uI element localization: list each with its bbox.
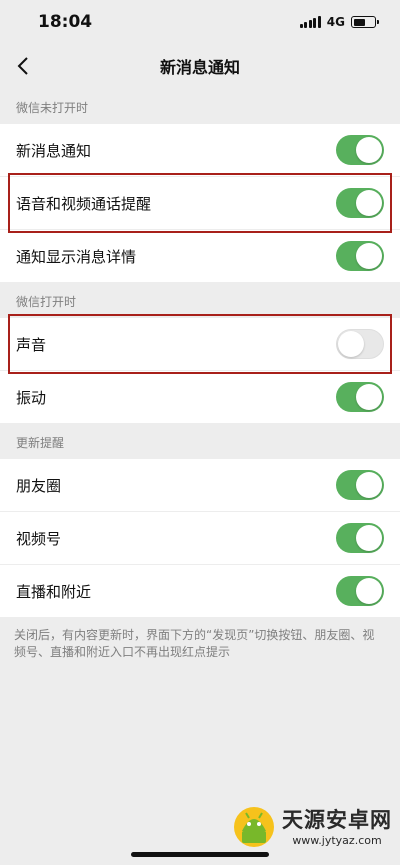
setting-label: 振动	[16, 388, 47, 407]
setting-toggle[interactable]	[336, 188, 384, 218]
watermark-name: 天源安卓网	[282, 807, 392, 832]
status-icons: 4G	[299, 15, 379, 29]
toggle-knob	[356, 472, 382, 498]
toggle-knob	[356, 578, 382, 604]
battery-icon	[351, 16, 379, 28]
setting-label: 新消息通知	[16, 141, 92, 160]
setting-row: 振动	[0, 371, 400, 423]
nav-bar: 新消息通知	[0, 44, 400, 88]
section-label: 更新提醒	[16, 436, 65, 450]
battery-level	[353, 18, 365, 26]
setting-row: 朋友圈	[0, 459, 400, 511]
setting-label: 语音和视频通话提醒	[16, 194, 152, 213]
setting-toggle[interactable]	[336, 241, 384, 271]
setting-toggle[interactable]	[336, 470, 384, 500]
settings-list: 微信未打开时新消息通知语音和视频通话提醒 通知显示消息详情微信打开时声音振动更新提…	[0, 88, 400, 617]
toggle-knob	[356, 384, 382, 410]
footnote-text: 关闭后，有内容更新时，界面下方的“发现页”切换按钮、朋友圈、视频号、直播和附近入…	[14, 628, 375, 659]
signal-icon	[299, 16, 321, 28]
toggle-knob	[356, 137, 382, 163]
android-logo-icon	[234, 807, 274, 847]
setting-row: 语音和视频通话提醒	[0, 173, 400, 233]
setting-toggle[interactable]	[336, 382, 384, 412]
setting-row: 通知显示消息详情	[0, 230, 400, 282]
setting-toggle[interactable]	[336, 329, 384, 359]
status-time: 18:04	[38, 12, 93, 32]
section-label: 微信打开时	[16, 295, 77, 309]
highlight-box	[8, 314, 392, 374]
setting-label: 视频号	[16, 529, 62, 548]
setting-label: 声音	[16, 335, 47, 354]
back-arrow-icon[interactable]	[14, 56, 34, 76]
setting-row: 声音	[0, 314, 400, 374]
setting-toggle[interactable]	[336, 135, 384, 165]
setting-label: 直播和附近	[16, 582, 92, 601]
setting-label: 朋友圈	[16, 476, 62, 495]
setting-label: 通知显示消息详情	[16, 247, 137, 266]
page-title: 新消息通知	[159, 58, 240, 77]
setting-row: 直播和附近	[0, 565, 400, 617]
toggle-knob	[356, 243, 382, 269]
toggle-knob	[338, 331, 364, 357]
setting-row: 新消息通知	[0, 124, 400, 176]
status-bar: 18:04 4G	[0, 0, 400, 44]
toggle-knob	[356, 190, 382, 216]
section-label: 微信未打开时	[16, 101, 89, 115]
toggle-knob	[356, 525, 382, 551]
setting-row: 视频号	[0, 512, 400, 564]
home-indicator	[131, 852, 269, 857]
watermark-url: www.jytyaz.com	[292, 833, 382, 847]
setting-toggle[interactable]	[336, 576, 384, 606]
watermark: 天源安卓网 www.jytyaz.com	[230, 801, 392, 849]
network-type: 4G	[326, 15, 345, 29]
setting-toggle[interactable]	[336, 523, 384, 553]
